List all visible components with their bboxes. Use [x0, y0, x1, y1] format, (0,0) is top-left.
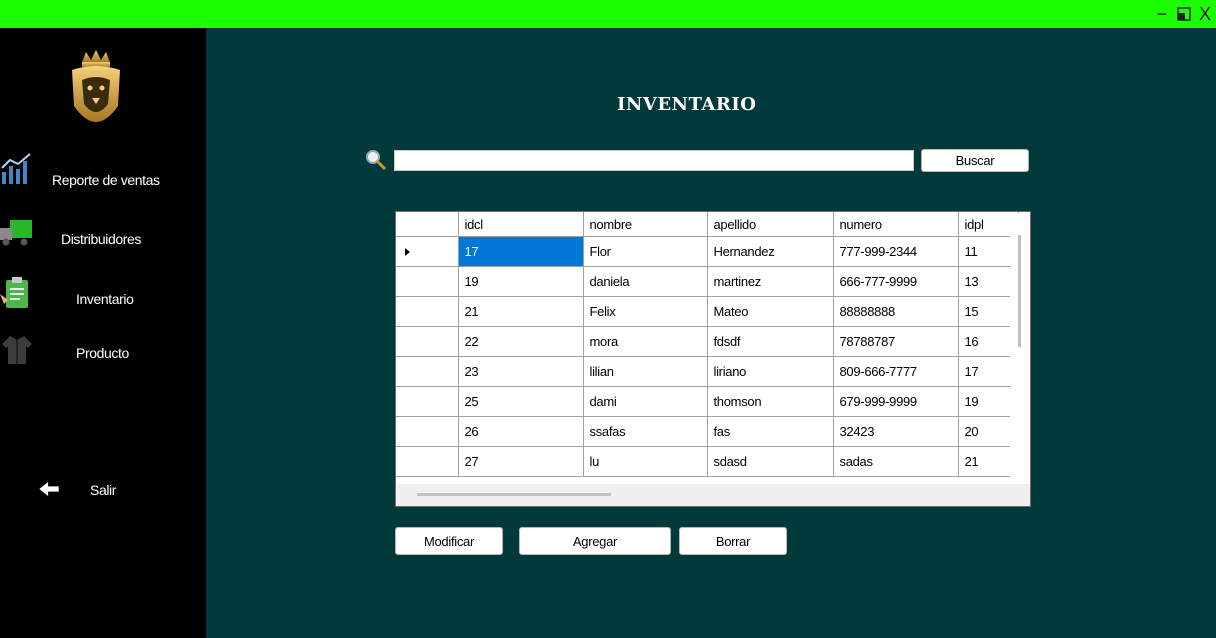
table-cell[interactable]: 27 [458, 446, 584, 477]
table-cell[interactable]: daniela [583, 266, 708, 297]
row-header[interactable] [396, 296, 459, 327]
table-cell[interactable]: 19 [958, 386, 1019, 417]
table-cell[interactable]: Felix [583, 296, 708, 327]
table-cell[interactable]: lu [583, 446, 708, 477]
search-input[interactable] [394, 150, 914, 171]
table-cell[interactable]: 32423 [833, 416, 959, 447]
table-cell[interactable]: 17 [458, 236, 584, 267]
sidebar-item-producto[interactable]: Producto [76, 345, 129, 361]
table-row[interactable]: 17 Flor Hernandez 777-999-2344 11 [396, 236, 1019, 267]
table-cell[interactable]: Flor [583, 236, 708, 267]
table-cell[interactable]: 17 [958, 356, 1019, 387]
grid-table: idcl nombre apellido numero idpl 17 Flor… [396, 212, 1019, 477]
table-cell[interactable]: lilian [583, 356, 708, 387]
minimize-button[interactable]: − [1152, 0, 1172, 28]
sidebar-item-reporte-ventas[interactable]: Reporte de ventas [52, 172, 160, 188]
table-cell[interactable]: 20 [958, 416, 1019, 447]
row-header[interactable] [396, 266, 459, 297]
restore-button[interactable] [1174, 0, 1194, 28]
row-header[interactable] [396, 326, 459, 357]
search-button[interactable]: Buscar [921, 149, 1029, 172]
column-header-numero[interactable]: numero [833, 212, 959, 237]
table-cell[interactable]: 13 [958, 266, 1019, 297]
column-header-idpl[interactable]: idpl [958, 212, 1019, 237]
table-cell[interactable]: martinez [707, 266, 834, 297]
current-row-arrow-icon [405, 248, 410, 256]
table-cell[interactable]: 19 [458, 266, 584, 297]
sidebar-item-distribuidores[interactable]: Distribuidores [61, 231, 141, 247]
arrow-left-icon [39, 481, 59, 497]
sidebar: Reporte de ventas Distribuidores Inventa… [0, 28, 206, 638]
table-cell[interactable]: 21 [958, 446, 1019, 477]
table-cell[interactable]: 679-999-9999 [833, 386, 959, 417]
data-grid[interactable]: idcl nombre apellido numero idpl 17 Flor… [395, 211, 1031, 507]
table-cell[interactable]: dami [583, 386, 708, 417]
row-header-corner [396, 212, 459, 237]
horizontal-scrollbar[interactable] [397, 484, 1030, 506]
table-cell[interactable]: sdasd [707, 446, 834, 477]
sidebar-item-inventario[interactable]: Inventario [76, 291, 134, 307]
title-bar: − X [0, 0, 1216, 28]
jacket-icon [2, 336, 32, 364]
table-cell[interactable]: 23 [458, 356, 584, 387]
table-cell[interactable]: fdsdf [707, 326, 834, 357]
table-cell[interactable]: 78788787 [833, 326, 959, 357]
vertical-scrollbar[interactable] [1010, 213, 1030, 485]
column-header-apellido[interactable]: apellido [707, 212, 834, 237]
table-row[interactable]: 19 daniela martinez 666-777-9999 13 [396, 266, 1019, 297]
delete-button[interactable]: Borrar [679, 527, 787, 555]
table-cell[interactable]: 777-999-2344 [833, 236, 959, 267]
table-cell[interactable]: 88888888 [833, 296, 959, 327]
search-icon [366, 150, 387, 171]
table-cell[interactable]: 25 [458, 386, 584, 417]
column-header-nombre[interactable]: nombre [583, 212, 708, 237]
add-button[interactable]: Agregar [519, 527, 671, 555]
close-button[interactable]: X [1195, 0, 1215, 28]
restore-icon [1177, 7, 1191, 21]
truck-icon [0, 220, 32, 246]
table-cell[interactable]: thomson [707, 386, 834, 417]
table-cell[interactable]: 21 [458, 296, 584, 327]
row-header[interactable] [396, 446, 459, 477]
row-header[interactable] [396, 416, 459, 447]
lion-crown-logo [72, 50, 120, 122]
column-header-idcl[interactable]: idcl [458, 212, 584, 237]
vertical-scroll-thumb[interactable] [1018, 235, 1021, 347]
table-row[interactable]: 27 lu sdasd sadas 21 [396, 446, 1019, 477]
table-cell[interactable]: liriano [707, 356, 834, 387]
row-header[interactable] [396, 356, 459, 387]
table-cell[interactable]: 11 [958, 236, 1019, 267]
table-cell[interactable]: 15 [958, 296, 1019, 327]
table-cell[interactable]: 22 [458, 326, 584, 357]
table-row[interactable]: 22 mora fdsdf 78788787 16 [396, 326, 1019, 357]
table-row[interactable]: 25 dami thomson 679-999-9999 19 [396, 386, 1019, 417]
table-cell[interactable]: Mateo [707, 296, 834, 327]
page-title: INVENTARIO [617, 94, 757, 115]
table-cell[interactable]: Hernandez [707, 236, 834, 267]
table-cell[interactable]: sadas [833, 446, 959, 477]
table-row[interactable]: 23 lilian liriano 809-666-7777 17 [396, 356, 1019, 387]
header-row: idcl nombre apellido numero idpl [396, 212, 1019, 237]
table-row[interactable]: 21 Felix Mateo 88888888 15 [396, 296, 1019, 327]
row-header-current[interactable] [396, 236, 459, 267]
table-cell[interactable]: 809-666-7777 [833, 356, 959, 387]
exit-button[interactable]: Salir [90, 482, 116, 498]
table-cell[interactable]: ssafas [583, 416, 708, 447]
row-header[interactable] [396, 386, 459, 417]
horizontal-scroll-thumb[interactable] [417, 493, 611, 496]
clipboard-icon [0, 277, 28, 308]
table-cell[interactable]: 666-777-9999 [833, 266, 959, 297]
table-cell[interactable]: mora [583, 326, 708, 357]
table-row[interactable]: 26 ssafas fas 32423 20 [396, 416, 1019, 447]
modify-button[interactable]: Modificar [395, 527, 503, 555]
chart-icon [1, 153, 31, 184]
table-cell[interactable]: 16 [958, 326, 1019, 357]
table-cell[interactable]: 26 [458, 416, 584, 447]
table-cell[interactable]: fas [707, 416, 834, 447]
